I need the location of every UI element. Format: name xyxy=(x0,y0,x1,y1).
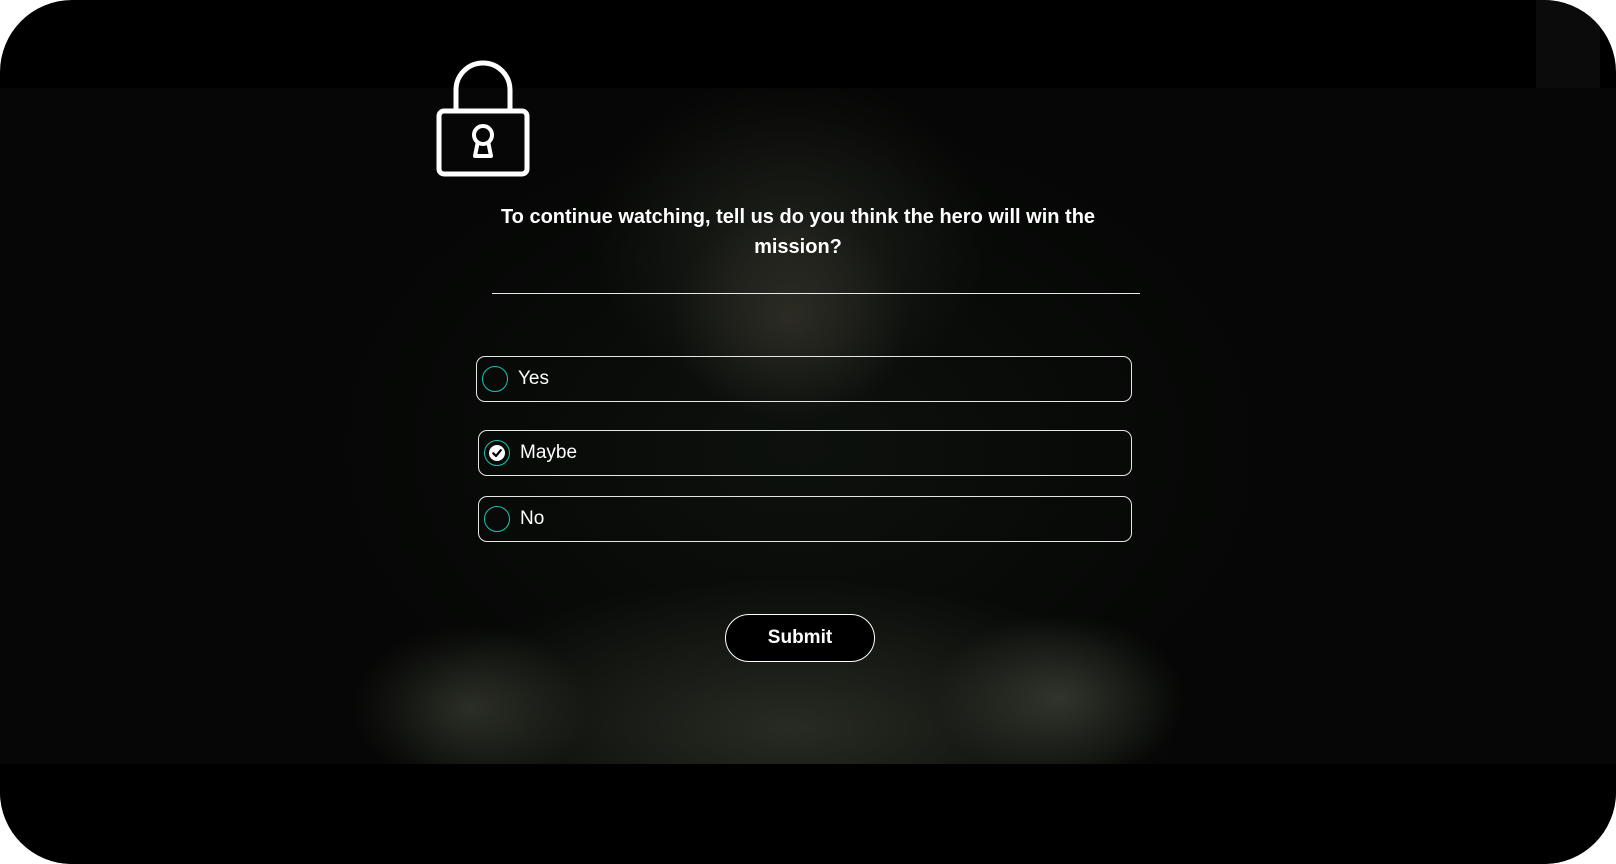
lock-icon xyxy=(436,58,530,178)
video-frame[interactable] xyxy=(0,88,1616,764)
survey-question: To continue watching, tell us do you thi… xyxy=(500,206,1096,258)
option-label: Maybe xyxy=(520,442,578,463)
option-yes[interactable]: Yes xyxy=(476,356,1132,402)
radio-unchecked-icon[interactable] xyxy=(482,366,508,392)
option-label: Yes xyxy=(518,368,549,389)
submit-button[interactable]: Submit xyxy=(725,614,875,662)
radio-unchecked-icon[interactable] xyxy=(484,506,510,532)
option-no[interactable]: No xyxy=(478,496,1132,542)
corner-panel xyxy=(1536,0,1600,100)
app-frame: To continue watching, tell us do you thi… xyxy=(0,0,1616,864)
divider xyxy=(492,293,1140,294)
option-label: No xyxy=(520,508,545,529)
option-maybe[interactable]: Maybe xyxy=(478,430,1132,476)
letterbox-bottom xyxy=(0,764,1616,864)
radio-checked-icon[interactable] xyxy=(484,440,510,466)
